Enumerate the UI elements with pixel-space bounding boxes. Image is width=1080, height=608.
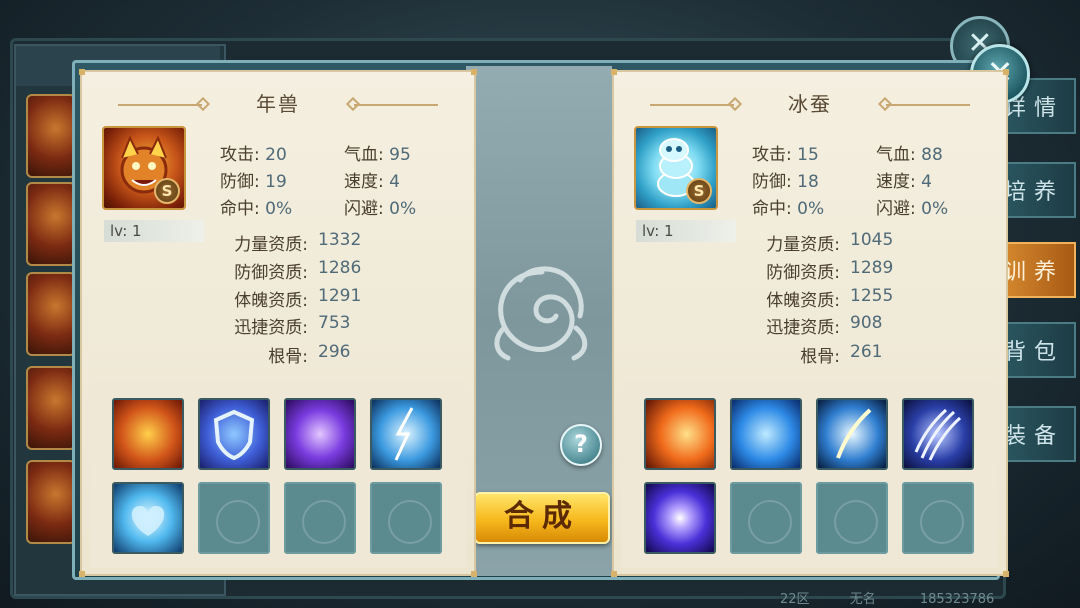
empty-skill-slot[interactable] xyxy=(198,482,270,554)
pet-portrait[interactable]: S xyxy=(102,126,186,210)
footer-info: 22区 无名 185323786 xyxy=(780,588,994,607)
aptitude-value: 908 xyxy=(850,313,883,333)
empty-skill-slot[interactable] xyxy=(284,482,356,554)
stat-hit: 命中: 0% xyxy=(220,199,293,219)
pet-name: 年兽 xyxy=(256,92,300,116)
empty-skill-slot[interactable] xyxy=(816,482,888,554)
help-button[interactable]: ? xyxy=(560,424,602,466)
merge-button[interactable]: 合成 xyxy=(474,492,610,544)
stat-dodge: 闪避: 0% xyxy=(876,199,949,219)
fire-fist-skill-icon[interactable] xyxy=(112,398,184,470)
aptitude-value: 261 xyxy=(850,342,883,362)
pet-list-item[interactable] xyxy=(26,94,76,178)
pet-list-item[interactable] xyxy=(26,272,76,356)
ice-beast-skill-icon[interactable] xyxy=(730,398,802,470)
pet-level: lv: 1 xyxy=(636,220,736,242)
pet-level: lv: 1 xyxy=(104,220,204,242)
aptitude-label: 防御资质: xyxy=(234,263,308,283)
lightning-skill-icon[interactable] xyxy=(370,398,442,470)
stat-hp: 气血: 88 xyxy=(876,145,943,165)
shield-skill-icon[interactable] xyxy=(198,398,270,470)
empty-skill-slot[interactable] xyxy=(902,482,974,554)
side-tab-equip[interactable]: 装备 xyxy=(1002,406,1076,462)
pet-list-item[interactable] xyxy=(26,182,76,266)
purple-vortex-skill-icon[interactable] xyxy=(284,398,356,470)
aptitude-label: 力量资质: xyxy=(766,235,840,255)
aptitude-label: 根骨: xyxy=(268,347,308,367)
pet-list-item[interactable] xyxy=(26,460,76,544)
claw-skill-icon[interactable] xyxy=(902,398,974,470)
skill-grid xyxy=(90,382,466,568)
aptitude-label: 体魄资质: xyxy=(234,291,308,311)
stat-speed: 速度: 4 xyxy=(876,172,932,192)
empty-skill-slot[interactable] xyxy=(730,482,802,554)
aptitude-label: 迅捷资质: xyxy=(234,318,308,338)
footer-zone: 22区 xyxy=(780,592,810,607)
aptitude-label: 体魄资质: xyxy=(766,291,840,311)
aptitude-value: 1332 xyxy=(318,230,362,250)
side-tab-bag[interactable]: 背包 xyxy=(1002,322,1076,378)
right-pet-panel: 冰蚕 S lv: 1 攻击: 15 气血: 88 防御: 18 速度: 4 命中… xyxy=(611,69,1009,577)
aptitude-label: 防御资质: xyxy=(766,263,840,283)
footer-name: 无名 xyxy=(849,592,876,607)
stat-hp: 气血: 95 xyxy=(344,145,411,165)
stat-attack: 攻击: 15 xyxy=(752,145,819,165)
aptitude-value: 1289 xyxy=(850,258,894,278)
empty-skill-slot[interactable] xyxy=(370,482,442,554)
stat-dodge: 闪避: 0% xyxy=(344,199,417,219)
pet-name: 冰蚕 xyxy=(788,92,832,116)
phoenix-fire-skill-icon[interactable] xyxy=(644,398,716,470)
left-pet-panel: 年兽 S lv: 1 攻击: 20 气血: 95 防御: 19 速度: 4 命中… xyxy=(79,69,477,577)
grade-badge: S xyxy=(686,178,712,204)
stat-speed: 速度: 4 xyxy=(344,172,400,192)
aptitude-label: 力量资质: xyxy=(234,235,308,255)
energy-orb-skill-icon[interactable] xyxy=(644,482,716,554)
aptitude-value: 1291 xyxy=(318,286,362,306)
aptitude-label: 根骨: xyxy=(800,347,840,367)
aptitude-value: 753 xyxy=(318,313,351,333)
stat-defense: 防御: 19 xyxy=(220,172,287,192)
aptitude-label: 迅捷资质: xyxy=(766,318,840,338)
stat-defense: 防御: 18 xyxy=(752,172,819,192)
aptitude-value: 296 xyxy=(318,342,351,362)
side-tab-cultivate[interactable]: 培养 xyxy=(1002,162,1076,218)
water-heart-skill-icon[interactable] xyxy=(112,482,184,554)
pet-list-item[interactable] xyxy=(26,366,76,450)
stat-hit: 命中: 0% xyxy=(752,199,825,219)
dragon-emblem-icon xyxy=(494,266,588,361)
aptitude-value: 1255 xyxy=(850,286,894,306)
aptitude-value: 1286 xyxy=(318,258,362,278)
blue-slash-skill-icon[interactable] xyxy=(816,398,888,470)
side-tab-train[interactable]: 训养 xyxy=(1002,242,1076,298)
skill-grid xyxy=(622,382,998,568)
aptitude-value: 1045 xyxy=(850,230,894,250)
grade-badge: S xyxy=(154,178,180,204)
stat-attack: 攻击: 20 xyxy=(220,145,287,165)
footer-id: 185323786 xyxy=(919,592,995,607)
pet-portrait[interactable]: S xyxy=(634,126,718,210)
